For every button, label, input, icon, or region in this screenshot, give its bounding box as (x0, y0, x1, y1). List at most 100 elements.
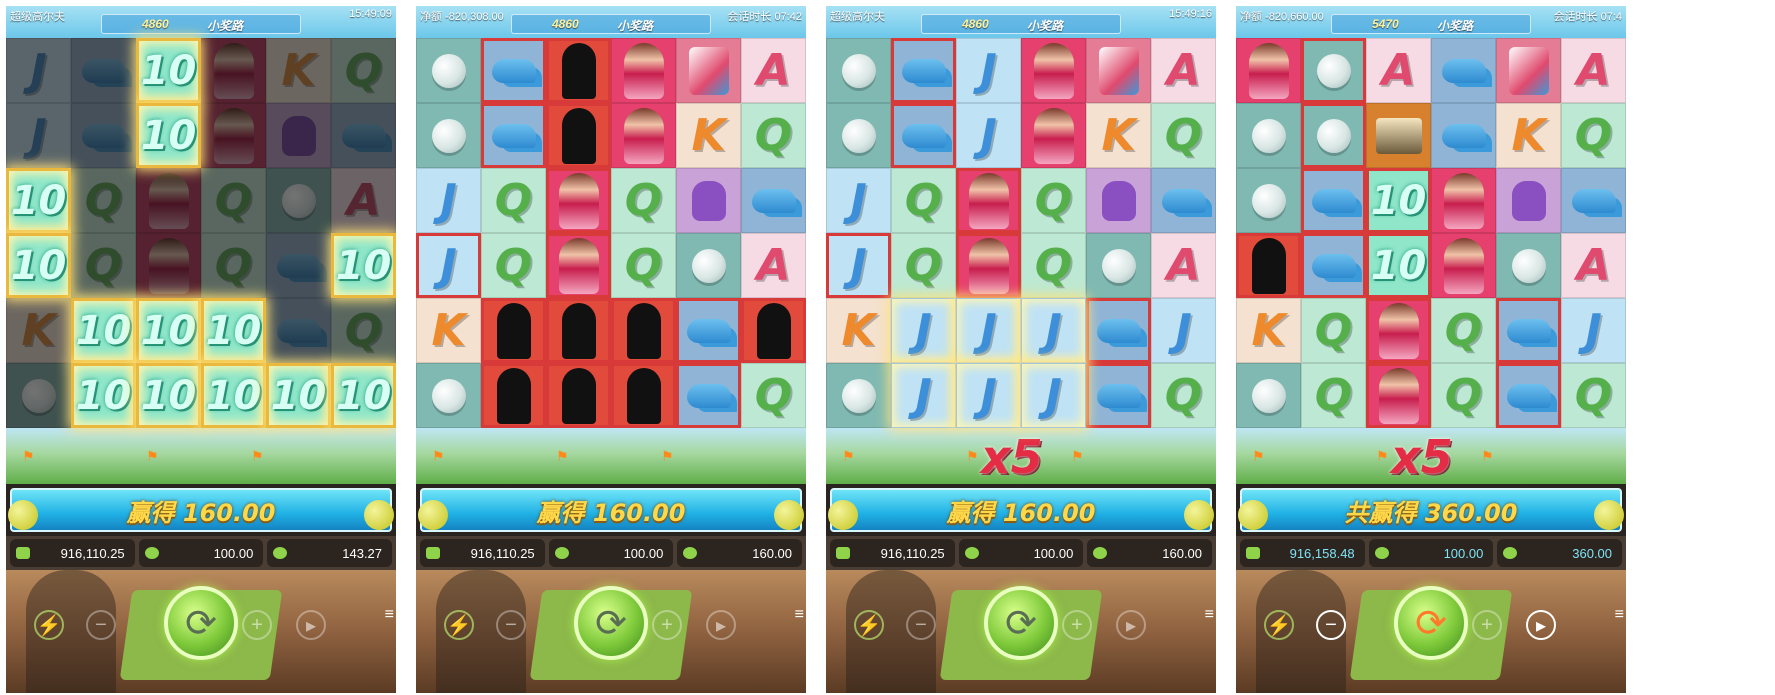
fairway-banner: ⚑ ⚑ ⚑ x5 (826, 428, 1216, 484)
autoplay-button[interactable]: ▸ (296, 610, 326, 640)
decrease-bet-button[interactable]: − (86, 610, 116, 640)
stat-win: 143.27 (267, 539, 393, 567)
golfer-girl-icon (968, 237, 1009, 294)
reel-cell (891, 38, 956, 103)
menu-icon[interactable]: ≡ (1205, 606, 1214, 624)
golfer-girl-icon (213, 42, 254, 99)
turbo-button[interactable]: ⚡ (34, 610, 64, 640)
jackpot-score: 4860 (552, 17, 579, 31)
autoplay-button[interactable]: ▸ (706, 610, 736, 640)
reel-cell: 10 (71, 298, 136, 363)
golf-flag-icon: ⚑ (842, 448, 855, 464)
golf-bag-icon (1098, 46, 1139, 95)
reel-cell (891, 103, 956, 168)
golfer-girl-icon (1378, 302, 1419, 359)
golfer-girl-icon (558, 172, 599, 229)
decrease-bet-button[interactable]: − (906, 610, 936, 640)
spin-button[interactable]: ⟳ (984, 586, 1058, 660)
spin-button[interactable]: ⟳ (574, 586, 648, 660)
golf-ball-icon (1511, 248, 1546, 283)
symbol-q: Q (1314, 370, 1353, 421)
menu-icon[interactable]: ≡ (385, 606, 394, 624)
golf-flag-icon: ⚑ (1252, 448, 1265, 464)
tennis-ball-icon (1184, 500, 1214, 530)
reel-cell: K (676, 103, 741, 168)
golfer-silhouette-icon (756, 302, 791, 359)
reel-cell (676, 298, 741, 363)
reel-cell (826, 38, 891, 103)
golf-flag-icon: ⚑ (1481, 448, 1494, 464)
symbol-a: A (1381, 45, 1416, 96)
autoplay-button[interactable]: ▸ (1526, 610, 1556, 640)
symbol-j: J (980, 110, 997, 161)
reel-cell: J (891, 298, 956, 363)
menu-icon[interactable]: ≡ (1615, 606, 1624, 624)
symbol-q: Q (1164, 370, 1203, 421)
increase-bet-button[interactable]: + (1472, 610, 1502, 640)
symbol-10: 10 (75, 372, 132, 419)
reel-cell: 10 (331, 363, 396, 428)
symbol-k: K (1511, 110, 1546, 161)
menu-icon[interactable]: ≡ (795, 606, 804, 624)
jackpot-pill: 4860 小奖路 (101, 14, 301, 34)
turbo-button[interactable]: ⚡ (854, 610, 884, 640)
reel-cell (741, 168, 806, 233)
reel-cell: Q (741, 363, 806, 428)
stat-balance-value: 916,110.25 (880, 545, 945, 561)
golf-bag-icon (1508, 46, 1549, 95)
visor-cap-icon (901, 123, 946, 148)
reel-cell: A (1366, 38, 1431, 103)
stat-win-value: 160.00 (1162, 545, 1203, 561)
reel-cell: K (266, 38, 331, 103)
win-banner: 共赢得 360.00 (1238, 488, 1624, 532)
jackpot-pill: 4860 小奖路 (921, 14, 1121, 34)
stat-bet-value: 100.00 (213, 545, 254, 561)
golf-ball-icon (691, 248, 726, 283)
symbol-10: 10 (335, 242, 392, 289)
reel-cell: Q (1431, 298, 1496, 363)
golf-flag-icon: ⚑ (556, 448, 569, 464)
decrease-bet-button[interactable]: − (496, 610, 526, 640)
reel-cell (826, 363, 891, 428)
decrease-bet-button[interactable]: − (1316, 610, 1346, 640)
symbol-k: K (1101, 110, 1136, 161)
reel-cell: K (826, 298, 891, 363)
stat-win-value: 160.00 (752, 545, 793, 561)
top-left-label: 超级高尔夫 (830, 11, 885, 23)
golf-flag-icon: ⚑ (966, 448, 979, 464)
increase-bet-button[interactable]: + (652, 610, 682, 640)
increase-bet-button[interactable]: + (242, 610, 272, 640)
win-amount-text: 赢得 160.00 (536, 498, 686, 527)
reel-cell: 10 (1366, 233, 1431, 298)
reel-cell (266, 298, 331, 363)
increase-bet-button[interactable]: + (1062, 610, 1092, 640)
reel-cell: Q (611, 168, 676, 233)
reel-cell: Q (1301, 298, 1366, 363)
reel-cell (201, 38, 266, 103)
reel-cell (1366, 103, 1431, 168)
symbol-q: Q (494, 240, 533, 291)
stats-bar: 916,158.48 100.00 360.00 (1236, 536, 1626, 570)
jackpot-label: 小奖路 (207, 19, 244, 33)
reel-cell: Q (611, 233, 676, 298)
autoplay-button[interactable]: ▸ (1116, 610, 1146, 640)
turbo-button[interactable]: ⚡ (444, 610, 474, 640)
reel-cell (546, 363, 611, 428)
reel-cell: 10 (201, 298, 266, 363)
spin-button[interactable]: ⟳ (1394, 586, 1468, 660)
symbol-q: Q (1034, 240, 1073, 291)
symbol-j: J (30, 45, 47, 96)
symbol-q: Q (1164, 110, 1203, 161)
visor-cap-icon (81, 123, 126, 148)
multiplier-text: x5 (981, 430, 1043, 484)
symbol-q: Q (1034, 175, 1073, 226)
top-left-label: 超级高尔夫 (10, 11, 65, 23)
symbol-q: Q (214, 175, 253, 226)
turbo-button[interactable]: ⚡ (1264, 610, 1294, 640)
reel-cell: Q (481, 168, 546, 233)
golf-glove-icon (1511, 180, 1546, 221)
golf-flag-icon: ⚑ (146, 448, 159, 464)
spin-button[interactable]: ⟳ (164, 586, 238, 660)
top-status-bar: 净额 -820,308.00 会话时长 07:42 4860 小奖路 (416, 6, 806, 38)
golfer-girl-icon (1248, 42, 1289, 99)
